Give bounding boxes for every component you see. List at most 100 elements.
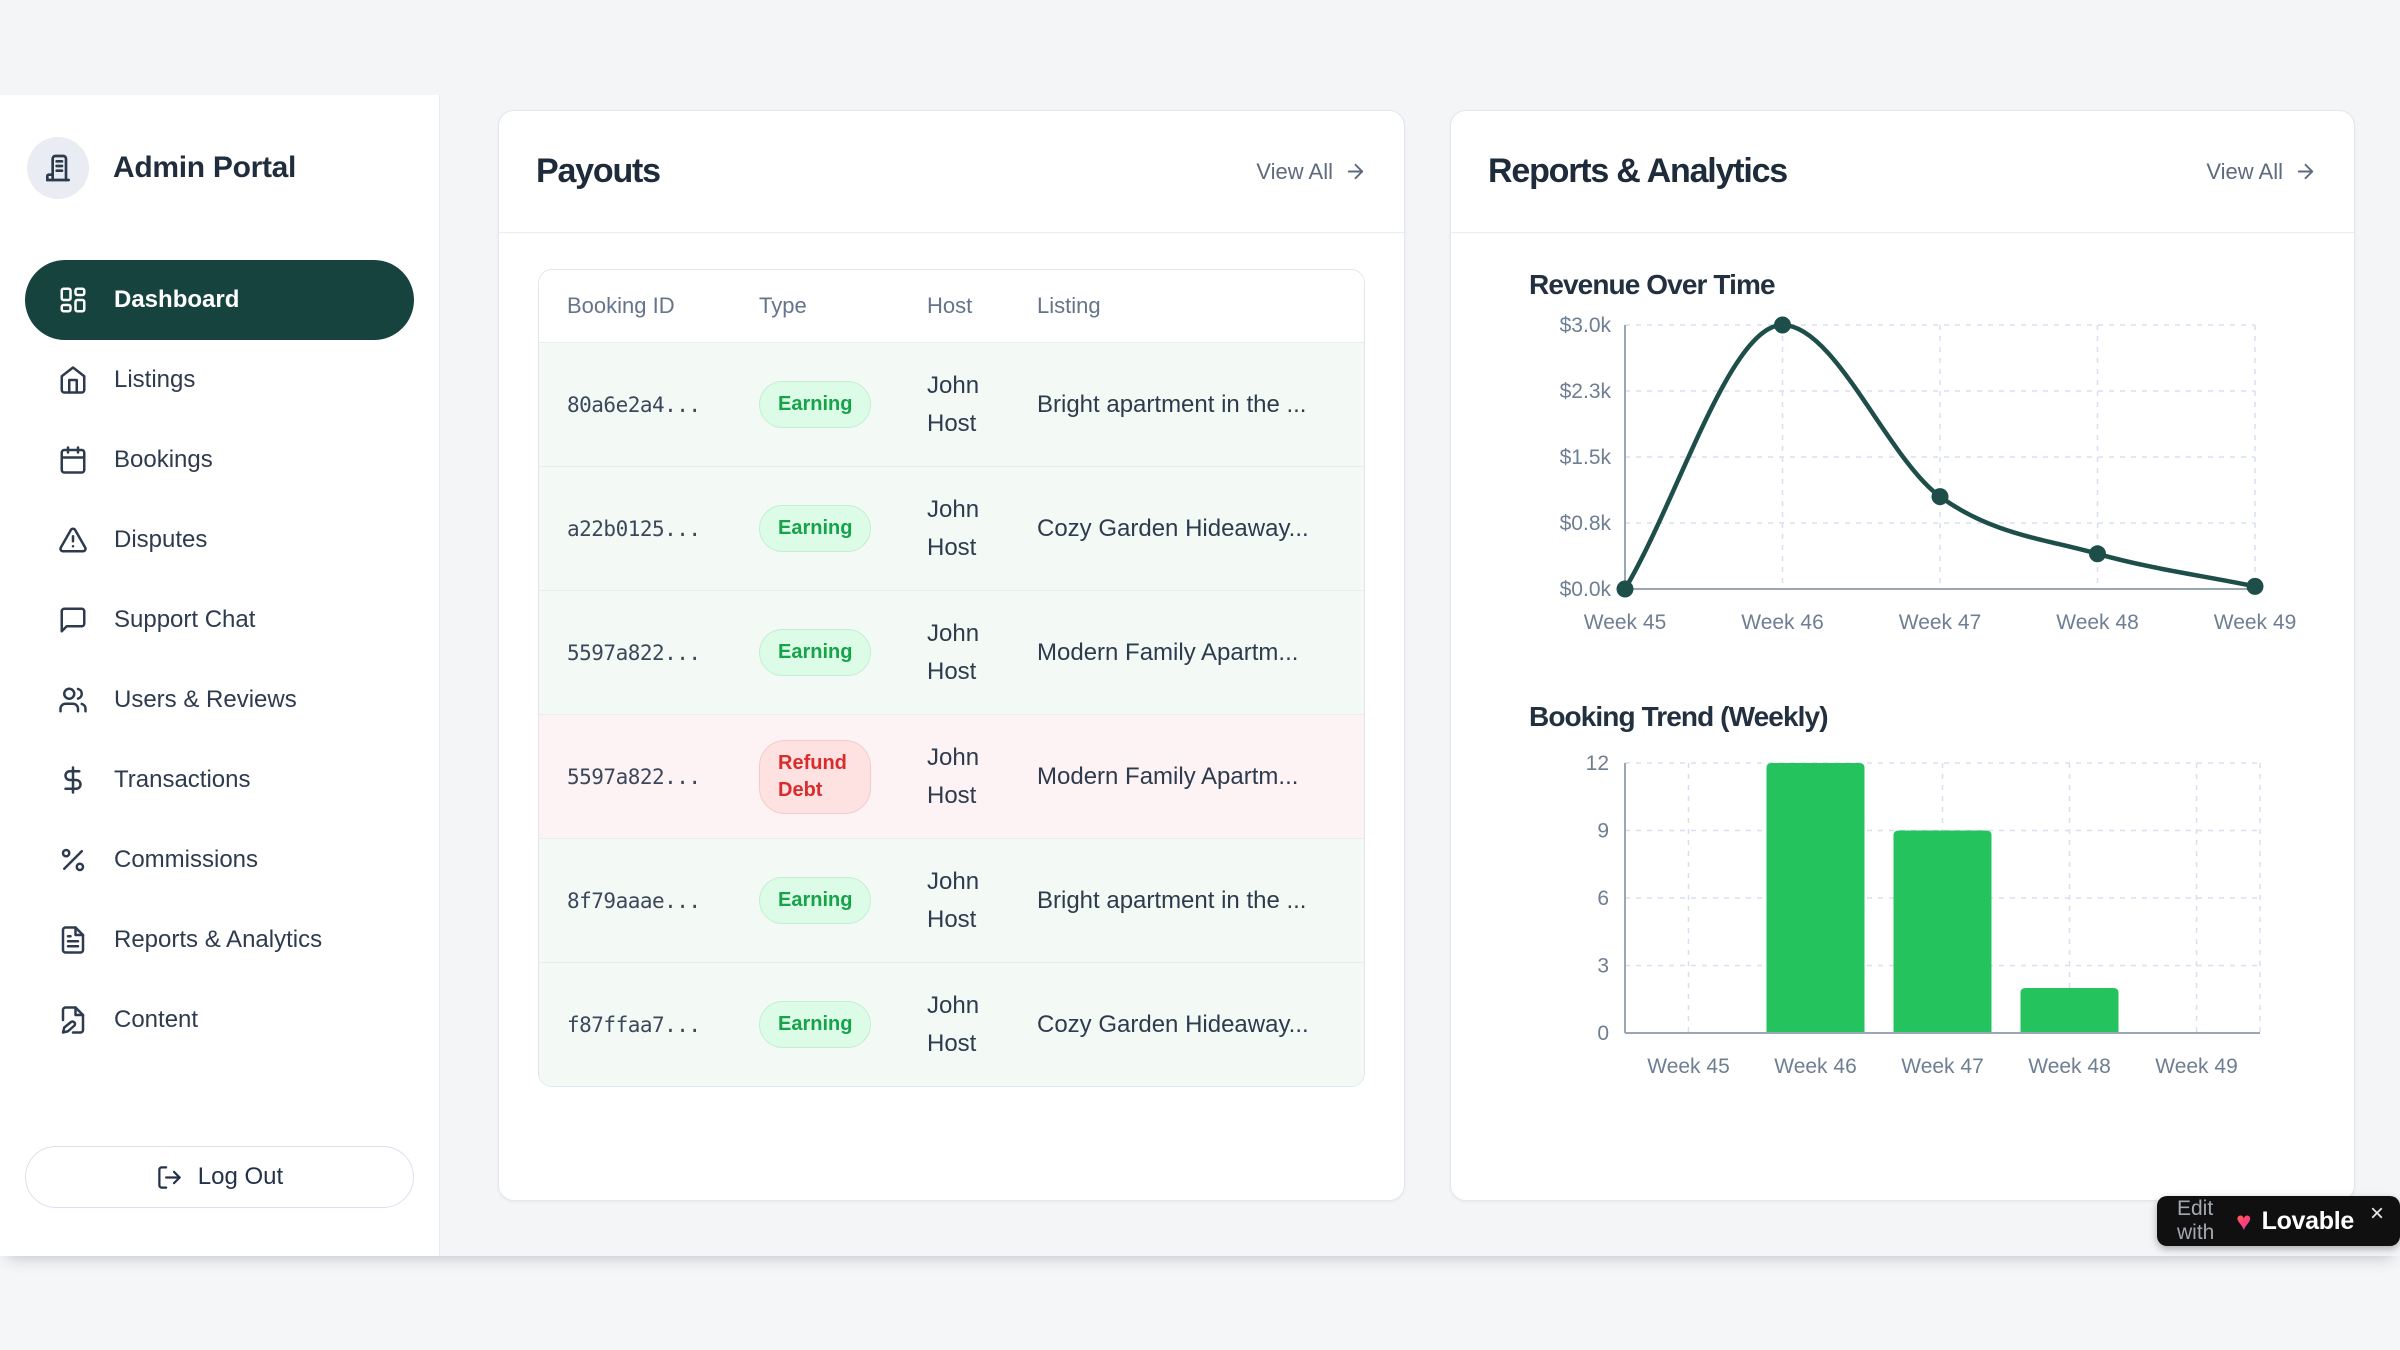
calendar-icon [58, 445, 88, 475]
booking-id-cell: 8f79aaae... [567, 889, 759, 913]
listing-cell: Bright apartment in the ... [1037, 391, 1344, 419]
sidebar: Admin Portal Dashboard Listings BookingsDi… [0, 95, 440, 1256]
svg-text:$1.5k: $1.5k [1560, 446, 1612, 469]
reports-card-header: Reports & Analytics View All [1451, 111, 2354, 233]
building-icon [42, 152, 74, 184]
payouts-title: Payouts [536, 152, 660, 191]
payouts-card-header: Payouts View All [499, 111, 1404, 233]
payouts-view-all-link[interactable]: View All [1256, 159, 1367, 185]
app-canvas: Admin Portal Dashboard Listings BookingsDi… [0, 0, 2400, 1256]
lovable-heart-icon: ♥ [2236, 1208, 2251, 1234]
booking-id-cell: a22b0125... [567, 517, 759, 541]
booking-trend-title: Booking Trend (Weekly) [1529, 701, 2314, 733]
svg-text:$3.0k: $3.0k [1560, 314, 1612, 337]
payouts-table: Booking IDTypeHostListing 80a6e2a4...Ear… [538, 269, 1365, 1087]
booking-id-cell: 80a6e2a4... [567, 393, 759, 417]
type-badge: Earning [759, 1001, 871, 1048]
sidebar-item-label: Commissions [114, 846, 258, 874]
alert-triangle-icon [58, 525, 88, 555]
sidebar-item-transactions[interactable]: Transactions [25, 740, 414, 820]
svg-text:9: 9 [1597, 820, 1609, 843]
svg-text:6: 6 [1597, 887, 1609, 910]
lovable-brand: Lovable [2262, 1207, 2354, 1236]
revenue-line-chart: $0.0k$0.8k$1.5k$2.3k$3.0kWeek 45Week 46W… [1525, 309, 2285, 649]
type-badge: Earning [759, 629, 871, 676]
table-header-row: Booking IDTypeHostListing [539, 270, 1364, 342]
table-row[interactable]: 5597a822...Refund DebtJohn HostModern Fa… [539, 714, 1364, 838]
logout-button[interactable]: Log Out [25, 1146, 414, 1208]
sidebar-item-bookings[interactable]: Bookings [25, 420, 414, 500]
table-row[interactable]: 8f79aaae...EarningJohn HostBright apartm… [539, 838, 1364, 962]
dollar-icon [58, 765, 88, 795]
lovable-badge[interactable]: Edit with ♥ Lovable × [2157, 1196, 2400, 1246]
reports-card-body: Revenue Over Time $0.0k$0.8k$1.5k$2.3k$3… [1451, 233, 2354, 1093]
svg-text:3: 3 [1597, 955, 1609, 978]
column-header-listing: Listing [1037, 293, 1344, 319]
svg-text:Week 49: Week 49 [2155, 1055, 2238, 1078]
sidebar-item-dashboard[interactable]: Dashboard [25, 260, 414, 340]
sidebar-item-users-reviews[interactable]: Users & Reviews [25, 660, 414, 740]
column-header-type: Type [759, 293, 927, 319]
svg-text:Week 45: Week 45 [1647, 1055, 1730, 1078]
host-cell: John Host [927, 987, 1037, 1061]
svg-text:Week 46: Week 46 [1741, 611, 1824, 634]
column-header-host: Host [927, 293, 1037, 319]
logout-icon [156, 1164, 183, 1191]
payouts-card-body: Booking IDTypeHostListing 80a6e2a4...Ear… [499, 233, 1404, 1123]
file-edit-icon [58, 1005, 88, 1035]
sidebar-item-label: Reports & Analytics [114, 926, 322, 954]
svg-text:0: 0 [1597, 1022, 1609, 1045]
sidebar-item-commissions[interactable]: Commissions [25, 820, 414, 900]
svg-text:12: 12 [1586, 752, 1609, 775]
lovable-close-icon[interactable]: × [2370, 1200, 2384, 1228]
sidebar-item-label: Transactions [114, 766, 251, 794]
host-cell: John Host [927, 615, 1037, 689]
reports-analytics-card: Reports & Analytics View All Revenue Ove… [1450, 110, 2355, 1201]
arrow-right-icon [1344, 160, 1367, 183]
arrow-right-icon [2294, 160, 2317, 183]
sidebar-item-label: Listings [114, 366, 195, 394]
lovable-prefix: Edit with [2177, 1197, 2226, 1245]
svg-text:Week 46: Week 46 [1774, 1055, 1857, 1078]
view-all-label: View All [1256, 159, 1333, 185]
listing-cell: Bright apartment in the ... [1037, 887, 1344, 915]
booking-trend-bar-chart: 036912Week 45Week 46Week 47Week 48Week 4… [1525, 741, 2285, 1093]
column-header-booking-id: Booking ID [567, 293, 759, 319]
chat-icon [58, 605, 88, 635]
percent-icon [58, 845, 88, 875]
listing-cell: Cozy Garden Hideaway... [1037, 515, 1344, 543]
booking-id-cell: 5597a822... [567, 765, 759, 789]
type-badge: Refund Debt [759, 740, 871, 814]
payouts-card: Payouts View All Booking IDTypeHostListi… [498, 110, 1405, 1201]
type-badge: Earning [759, 505, 871, 552]
reports-view-all-link[interactable]: View All [2206, 159, 2317, 185]
home-icon [58, 365, 88, 395]
sidebar-item-label: Support Chat [114, 606, 255, 634]
svg-text:Week 45: Week 45 [1584, 611, 1667, 634]
host-cell: John Host [927, 491, 1037, 565]
svg-text:Week 48: Week 48 [2028, 1055, 2111, 1078]
brand-avatar [27, 137, 89, 199]
host-cell: John Host [927, 863, 1037, 937]
type-badge: Earning [759, 381, 871, 428]
table-row[interactable]: f87ffaa7...EarningJohn HostCozy Garden H… [539, 962, 1364, 1086]
sidebar-item-reports-analytics[interactable]: Reports & Analytics [25, 900, 414, 980]
table-row[interactable]: 5597a822...EarningJohn HostModern Family… [539, 590, 1364, 714]
sidebar-item-support-chat[interactable]: Support Chat [25, 580, 414, 660]
table-row[interactable]: a22b0125...Earning John HostCozy Garden H… [539, 466, 1364, 590]
sidebar-item-label: Dashboard [114, 286, 239, 314]
sidebar-item-content[interactable]: Content [25, 980, 414, 1060]
page-title: Admin Portal [113, 151, 296, 185]
sidebar-item-listings[interactable]: Listings [25, 340, 414, 420]
svg-text:$2.3k: $2.3k [1560, 380, 1612, 403]
sidebar-item-label: Content [114, 1006, 198, 1034]
revenue-chart-title: Revenue Over Time [1529, 269, 2314, 301]
sidebar-nav: Dashboard Listings BookingsDisputes Support… [25, 260, 414, 1060]
sidebar-item-disputes[interactable]: Disputes [25, 500, 414, 580]
table-row[interactable]: 80a6e2a4...EarningJohn HostBright apartm… [539, 342, 1364, 466]
dashboard-icon [58, 285, 88, 315]
host-cell: John Host [927, 739, 1037, 813]
svg-text:Week 47: Week 47 [1899, 611, 1982, 634]
logout-label: Log Out [198, 1163, 283, 1191]
svg-text:Week 48: Week 48 [2056, 611, 2139, 634]
